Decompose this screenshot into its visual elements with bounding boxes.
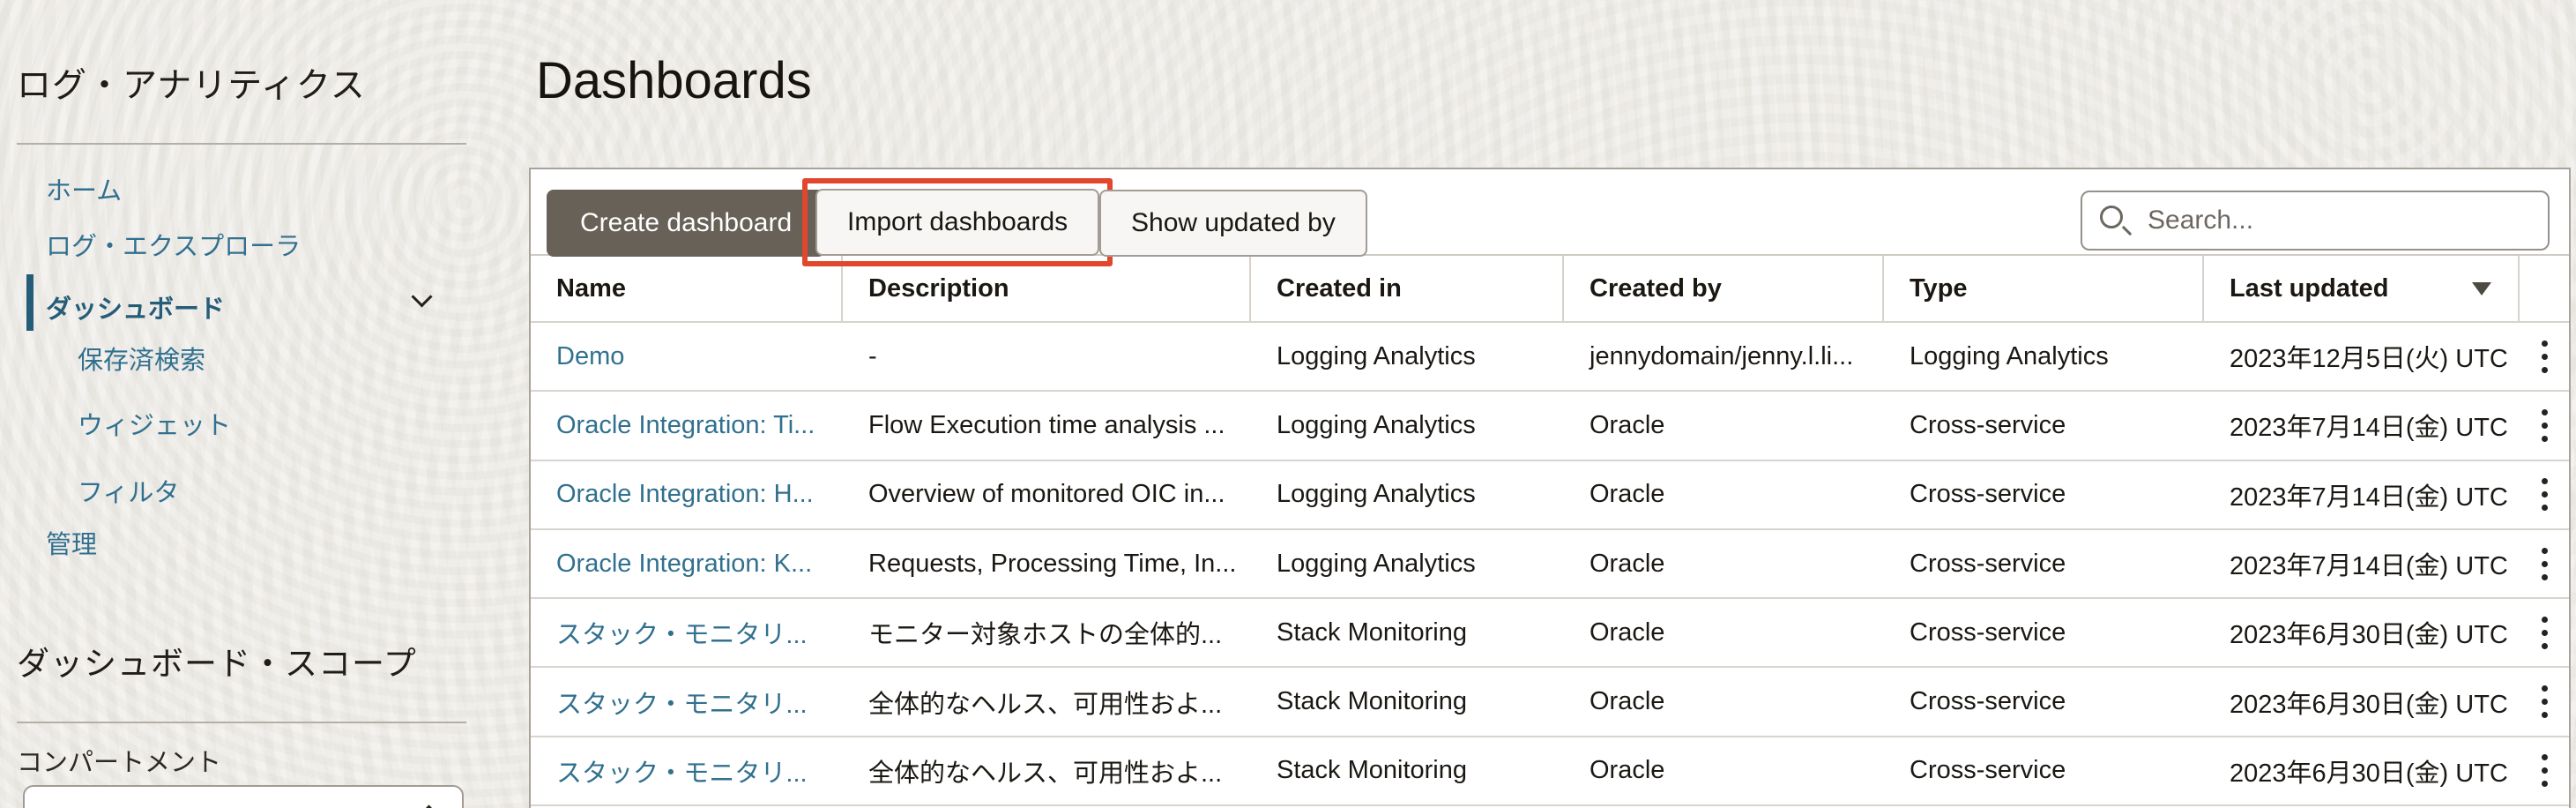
table-row: Oracle Integration: K... Requests, Proce… [531, 530, 2569, 599]
row-actions-kebab-icon[interactable] [2529, 404, 2560, 447]
toolbar: Create dashboard Import dashboards Show … [531, 169, 2569, 254]
cell-created-in: Stack Monitoring [1251, 599, 1564, 666]
row-actions-kebab-icon[interactable] [2529, 680, 2560, 723]
sidebar-item-home[interactable]: ホーム [46, 170, 122, 207]
dashboard-scope-heading: ダッシュボード・スコープ [17, 637, 417, 685]
cell-last-updated: 2023年6月30日(金) UTC [2204, 737, 2520, 804]
column-header-type[interactable]: Type [1884, 256, 2204, 321]
row-actions-kebab-icon[interactable] [2529, 749, 2560, 792]
cell-created-in: Logging Analytics [1251, 461, 1564, 528]
row-actions-kebab-icon[interactable] [2529, 473, 2560, 516]
compartment-value: jennydli [51, 804, 138, 808]
cell-type: Cross-service [1884, 461, 2204, 528]
cell-last-updated: 2023年12月5日(火) UTC [2204, 323, 2520, 390]
cell-type: Cross-service [1884, 392, 2204, 459]
row-actions-kebab-icon[interactable] [2529, 335, 2560, 378]
cell-description: Flow Execution time analysis ... [843, 392, 1251, 459]
sidebar-item-widgets[interactable]: ウィジェット [78, 405, 231, 442]
table-row: Demo - Logging Analytics jennydomain/jen… [531, 323, 2569, 392]
compartment-label: コンパートメント [17, 742, 221, 779]
cell-type: Cross-service [1884, 530, 2204, 597]
dashboard-link[interactable]: スタック・モニタリ... [556, 614, 808, 651]
cell-type: Cross-service [1884, 737, 2204, 804]
column-header-created-in[interactable]: Created in [1251, 256, 1564, 321]
cell-description: - [843, 323, 1251, 390]
sidebar-title: ログ・アナリティクス [17, 58, 366, 108]
cell-created-in: Logging Analytics [1251, 530, 1564, 597]
annotation-highlight-box: Import dashboards [802, 178, 1113, 266]
dashboard-link[interactable]: Oracle Integration: K... [556, 550, 812, 579]
dashboard-link[interactable]: Oracle Integration: H... [556, 480, 814, 509]
cell-created-in: Logging Analytics [1251, 323, 1564, 390]
column-header-last-updated[interactable]: Last updated [2204, 256, 2520, 321]
column-header-label: Last updated [2230, 274, 2388, 303]
cell-created-by: jennydomain/jenny.l.li... [1564, 323, 1884, 390]
column-header-name[interactable]: Name [531, 256, 843, 321]
table-row: Oracle Integration: Ti... Flow Execution… [531, 392, 2569, 460]
cell-last-updated: 2023年7月14日(金) UTC [2204, 530, 2520, 597]
cell-description: Requests, Processing Time, In... [843, 530, 1251, 597]
cell-created-in: Stack Monitoring [1251, 737, 1564, 804]
cell-last-updated: 2023年6月30日(金) UTC [2204, 668, 2520, 735]
column-header-created-by[interactable]: Created by [1564, 256, 1884, 321]
table-row: スタック・モニタリ... 全体的なヘルス、可用性およ... Stack Moni… [531, 668, 2569, 737]
compartment-select[interactable]: jennydli [23, 785, 464, 808]
sidebar-divider [17, 722, 466, 723]
cell-last-updated: 2023年6月30日(金) UTC [2204, 599, 2520, 666]
cell-created-by: Oracle [1564, 668, 1884, 735]
sidebar-item-dashboards[interactable]: ダッシュボード [46, 288, 225, 325]
cell-created-by: Oracle [1564, 737, 1884, 804]
column-header-actions [2520, 256, 2569, 321]
active-item-indicator [26, 274, 34, 331]
cell-description: モニター対象ホストの全体的... [843, 599, 1251, 666]
dashboard-link[interactable]: Demo [556, 342, 624, 371]
sidebar-item-saved-searches[interactable]: 保存済検索 [78, 340, 205, 377]
sidebar-divider [17, 143, 466, 145]
dashboards-panel: Create dashboard Import dashboards Show … [529, 168, 2571, 808]
cell-created-in: Stack Monitoring [1251, 668, 1564, 735]
sidebar-item-filters[interactable]: フィルタ [78, 472, 179, 509]
cell-type: Logging Analytics [1884, 323, 2204, 390]
cell-last-updated: 2023年7月14日(金) UTC [2204, 461, 2520, 528]
cell-created-by: Oracle [1564, 461, 1884, 528]
page-title: Dashboards [536, 51, 812, 110]
cell-type: Cross-service [1884, 599, 2204, 666]
sidebar-item-log-explorer[interactable]: ログ・エクスプローラ [46, 226, 301, 263]
cell-description: Overview of monitored OIC in... [843, 461, 1251, 528]
cell-created-by: Oracle [1564, 530, 1884, 597]
import-dashboards-button[interactable]: Import dashboards [815, 189, 1099, 256]
cell-type: Cross-service [1884, 668, 2204, 735]
chevron-down-icon[interactable] [413, 288, 432, 307]
cell-last-updated: 2023年7月14日(金) UTC [2204, 392, 2520, 459]
create-dashboard-button[interactable]: Create dashboard [547, 190, 825, 257]
dashboard-link[interactable]: スタック・モニタリ... [556, 752, 808, 789]
row-actions-kebab-icon[interactable] [2529, 542, 2560, 586]
cell-created-by: Oracle [1564, 392, 1884, 459]
show-updated-by-button[interactable]: Show updated by [1099, 190, 1367, 257]
table-row: Oracle Integration: H... Overview of mon… [531, 461, 2569, 530]
chevron-up-icon [420, 801, 439, 808]
dashboard-link[interactable]: Oracle Integration: Ti... [556, 411, 815, 440]
sort-descending-icon[interactable] [2472, 282, 2491, 296]
dashboard-link[interactable]: スタック・モニタリ... [556, 684, 808, 721]
cell-description: 全体的なヘルス、可用性およ... [843, 737, 1251, 804]
table-row: スタック・モニタリ... 全体的なヘルス、可用性およ... Stack Moni… [531, 737, 2569, 806]
cell-created-by: Oracle [1564, 599, 1884, 666]
sidebar-item-administration[interactable]: 管理 [46, 524, 97, 561]
row-actions-kebab-icon[interactable] [2529, 611, 2560, 655]
table-body: Demo - Logging Analytics jennydomain/jen… [531, 323, 2569, 806]
table-row: スタック・モニタリ... モニター対象ホストの全体的... Stack Moni… [531, 599, 2569, 668]
cell-description: 全体的なヘルス、可用性およ... [843, 668, 1251, 735]
search-input[interactable] [2081, 191, 2550, 251]
cell-created-in: Logging Analytics [1251, 392, 1564, 459]
